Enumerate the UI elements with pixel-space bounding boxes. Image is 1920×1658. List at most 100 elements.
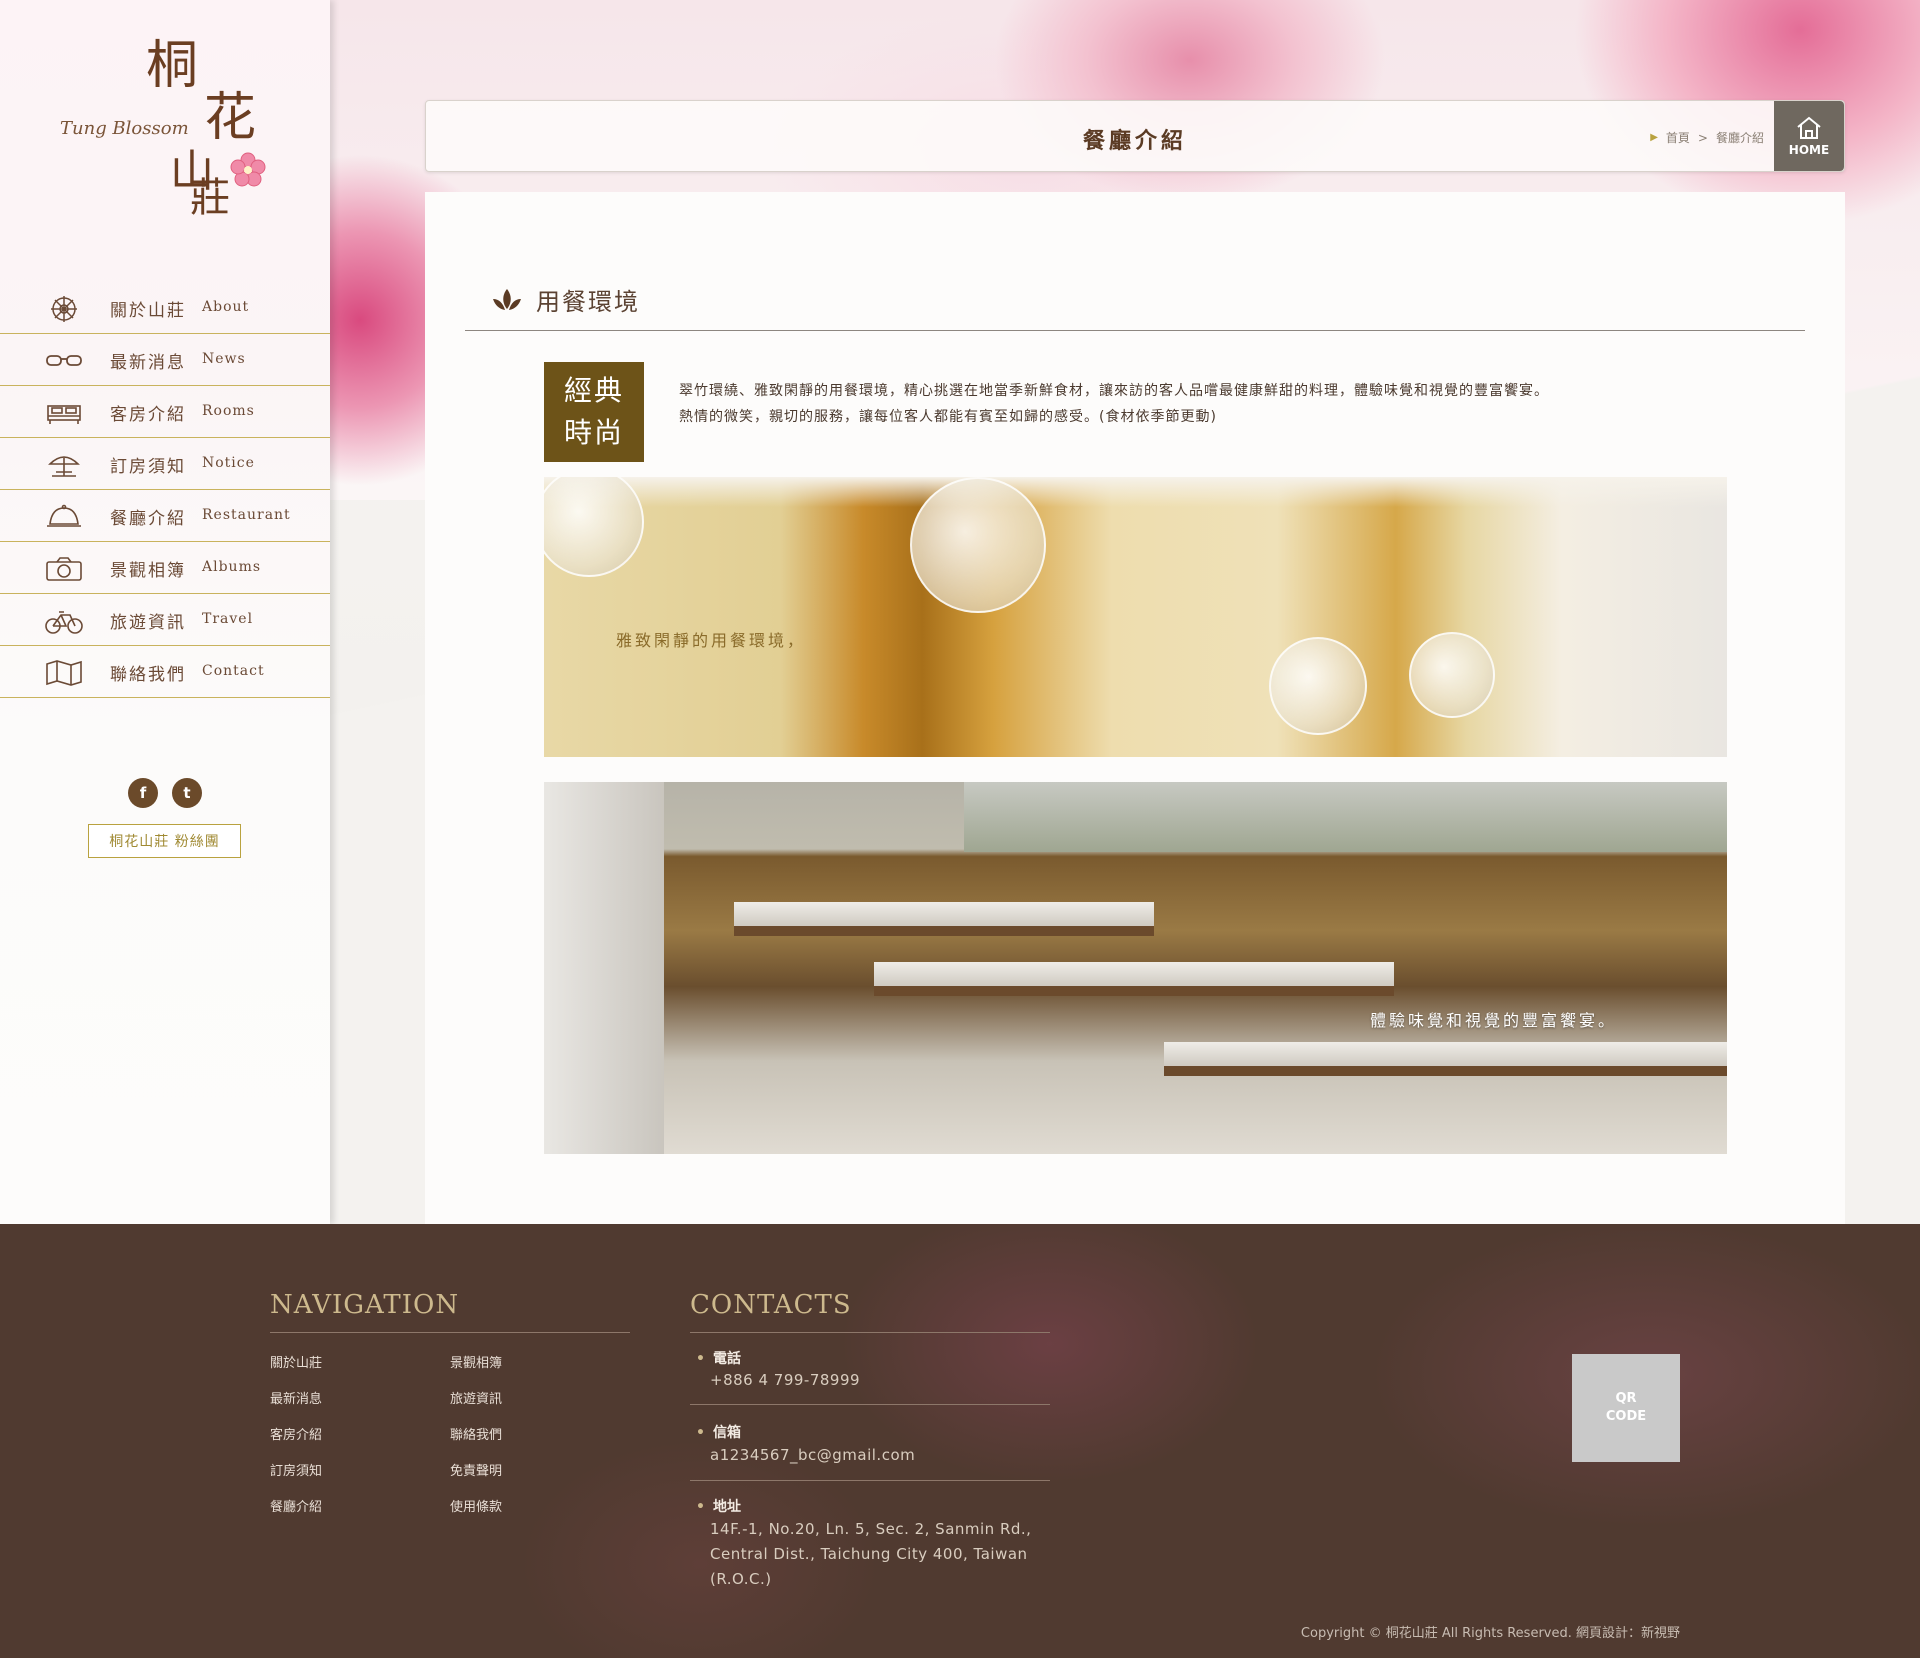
nav-item-about[interactable]: 關於山莊 About bbox=[0, 282, 330, 334]
footer-nav-divider bbox=[270, 1332, 630, 1333]
logo-char-4: 莊 bbox=[190, 175, 230, 221]
cloche-icon bbox=[47, 504, 81, 527]
nav-label-zh: 關於山莊 bbox=[110, 301, 186, 321]
footer-link[interactable]: 最新消息 bbox=[270, 1388, 322, 1407]
photo-table bbox=[734, 902, 1154, 936]
intro-line-1: 翠竹環繞、雅致閑靜的用餐環境，精心挑選在地當季新鮮食材，讓來訪的客人品嚐最健康鮮… bbox=[679, 383, 1549, 399]
lamp-ball bbox=[1409, 632, 1495, 718]
qr-code: QR CODE bbox=[1572, 1354, 1680, 1462]
address-line: Central Dist., Taichung City 400, Taiwan bbox=[710, 1545, 1028, 1563]
contact-divider bbox=[690, 1480, 1050, 1481]
photo-window bbox=[964, 782, 1727, 852]
main-nav: 關於山莊 About 最新消息 News 客房介紹 Rooms 訂房須知 Not… bbox=[0, 282, 330, 698]
qr-label-2: CODE bbox=[1605, 1409, 1647, 1424]
nav-label-zh: 景觀相簿 bbox=[110, 561, 186, 581]
nav-label-en: About bbox=[202, 299, 250, 315]
nav-item-news[interactable]: 最新消息 News bbox=[0, 334, 330, 386]
footer-link[interactable]: 客房介紹 bbox=[270, 1424, 322, 1443]
badge-line-1: 經典 bbox=[563, 374, 624, 407]
photo-ceiling bbox=[544, 477, 1727, 507]
dining-room-photo-2: 體驗味覺和視覺的豐富饗宴。 bbox=[544, 782, 1727, 1154]
badge-line-2: 時尚 bbox=[563, 416, 624, 449]
photo-table bbox=[874, 962, 1394, 996]
email-label: 信箱 bbox=[696, 1422, 741, 1442]
qr-label-1: QR bbox=[1615, 1391, 1637, 1406]
email-value[interactable]: a1234567_bc@gmail.com bbox=[710, 1443, 915, 1468]
bed-icon bbox=[47, 405, 81, 424]
contact-divider bbox=[690, 1404, 1050, 1405]
breadcrumb-current: 餐廳介紹 bbox=[1715, 131, 1764, 145]
footer-link[interactable]: 訂房須知 bbox=[270, 1460, 322, 1479]
breadcrumb-separator: > bbox=[1697, 130, 1708, 145]
footer: NAVIGATION 關於山莊 最新消息 客房介紹 訂房須知 餐廳介紹 景觀相簿… bbox=[0, 1224, 1920, 1658]
logo[interactable]: 桐 花 山 莊 Tung Blossom bbox=[60, 40, 280, 240]
wheel-icon bbox=[51, 296, 77, 322]
logo-char-2: 花 bbox=[204, 88, 257, 148]
beach-umbrella-icon bbox=[48, 456, 80, 477]
breadcrumb-arrow-icon: ▶ bbox=[1650, 132, 1658, 143]
fan-page-button[interactable]: 桐花山莊 粉絲團 bbox=[88, 824, 241, 858]
address-label: 地址 bbox=[696, 1496, 741, 1516]
nav-label-zh: 訂房須知 bbox=[110, 457, 186, 477]
phone-value[interactable]: +886 4 799-78999 bbox=[710, 1368, 860, 1393]
bicycle-icon bbox=[45, 611, 83, 634]
photo-table bbox=[1164, 1042, 1727, 1076]
twitter-icon[interactable]: t bbox=[172, 778, 202, 808]
sidebar: 桐 花 山 莊 Tung Blossom 關於山莊 About 最新消息 New… bbox=[0, 0, 330, 1224]
nav-label-en: Albums bbox=[202, 559, 262, 575]
section-header: 用餐環境 bbox=[490, 282, 640, 317]
page-header: 餐廳介紹 ▶ 首頁 > 餐廳介紹 HOME bbox=[425, 100, 1845, 172]
nav-label-en: Notice bbox=[202, 455, 255, 471]
social-links: f t bbox=[128, 778, 202, 808]
footer-link[interactable]: 關於山莊 bbox=[270, 1352, 322, 1371]
nav-label-zh: 聯絡我們 bbox=[110, 665, 186, 685]
camera-icon bbox=[46, 557, 82, 581]
nav-item-restaurant[interactable]: 餐廳介紹 Restaurant bbox=[0, 490, 330, 542]
section-divider bbox=[465, 330, 1805, 331]
footer-contacts-divider bbox=[690, 1332, 1050, 1333]
footer-link[interactable]: 餐廳介紹 bbox=[270, 1496, 322, 1515]
feature-badge: 經典 時尚 bbox=[544, 362, 644, 462]
photo-caption-1: 雅致閑靜的用餐環境， bbox=[616, 631, 807, 650]
lamp-ball bbox=[1269, 637, 1367, 735]
nav-item-contact[interactable]: 聯絡我們 Contact bbox=[0, 646, 330, 698]
photo-wall bbox=[544, 782, 664, 1154]
nav-item-rooms[interactable]: 客房介紹 Rooms bbox=[0, 386, 330, 438]
nav-label-en: News bbox=[202, 351, 246, 367]
house-icon bbox=[1797, 116, 1821, 139]
nav-label-zh: 客房介紹 bbox=[110, 405, 186, 425]
footer-nav-title: NAVIGATION bbox=[270, 1290, 460, 1320]
address-line: (R.O.C.) bbox=[710, 1570, 772, 1588]
blossom-icon bbox=[230, 152, 266, 187]
intro-line-2: 熱情的微笑，親切的服務，讓每位客人都能有賓至如歸的感受。(食材依季節更動) bbox=[679, 409, 1217, 425]
footer-link[interactable]: 使用條款 bbox=[450, 1496, 502, 1515]
leaf-icon bbox=[493, 288, 521, 310]
footer-link[interactable]: 旅遊資訊 bbox=[450, 1388, 502, 1407]
main-content: 用餐環境 經典 時尚 翠竹環繞、雅致閑靜的用餐環境，精心挑選在地當季新鮮食材，讓… bbox=[425, 192, 1845, 1224]
section-title: 用餐環境 bbox=[536, 288, 640, 316]
intro-text: 翠竹環繞、雅致閑靜的用餐環境，精心挑選在地當季新鮮食材，讓來訪的客人品嚐最健康鮮… bbox=[679, 378, 1639, 430]
breadcrumb-home-link[interactable]: 首頁 bbox=[1666, 129, 1690, 146]
copyright: Copyright © 桐花山莊 All Rights Reserved. 網頁… bbox=[1300, 1626, 1680, 1641]
home-label: HOME bbox=[1788, 143, 1830, 157]
footer-link[interactable]: 聯絡我們 bbox=[450, 1424, 502, 1443]
nav-label-zh: 餐廳介紹 bbox=[110, 509, 186, 529]
footer-contacts-title: CONTACTS bbox=[690, 1290, 852, 1320]
nav-item-albums[interactable]: 景觀相簿 Albums bbox=[0, 542, 330, 594]
nav-label-zh: 最新消息 bbox=[110, 353, 186, 373]
footer-link[interactable]: 景觀相簿 bbox=[450, 1352, 502, 1371]
address-value: 14F.-1, No.20, Ln. 5, Sec. 2, Sanmin Rd.… bbox=[710, 1517, 1031, 1592]
glasses-icon bbox=[46, 355, 82, 366]
map-icon bbox=[46, 660, 82, 686]
footer-link[interactable]: 免責聲明 bbox=[450, 1460, 502, 1479]
dining-room-photo-1: 雅致閑靜的用餐環境， bbox=[544, 477, 1727, 757]
logo-char-1: 桐 bbox=[146, 36, 199, 96]
address-line: 14F.-1, No.20, Ln. 5, Sec. 2, Sanmin Rd.… bbox=[710, 1520, 1032, 1538]
nav-item-notice[interactable]: 訂房須知 Notice bbox=[0, 438, 330, 490]
breadcrumb: ▶ 首頁 > 餐廳介紹 bbox=[1650, 129, 1764, 146]
facebook-icon[interactable]: f bbox=[128, 778, 158, 808]
page-title: 餐廳介紹 bbox=[1082, 129, 1187, 154]
photo-caption-2: 體驗味覺和視覺的豐富饗宴。 bbox=[1369, 1011, 1617, 1030]
nav-item-travel[interactable]: 旅遊資訊 Travel bbox=[0, 594, 330, 646]
home-button[interactable]: HOME bbox=[1774, 101, 1844, 171]
